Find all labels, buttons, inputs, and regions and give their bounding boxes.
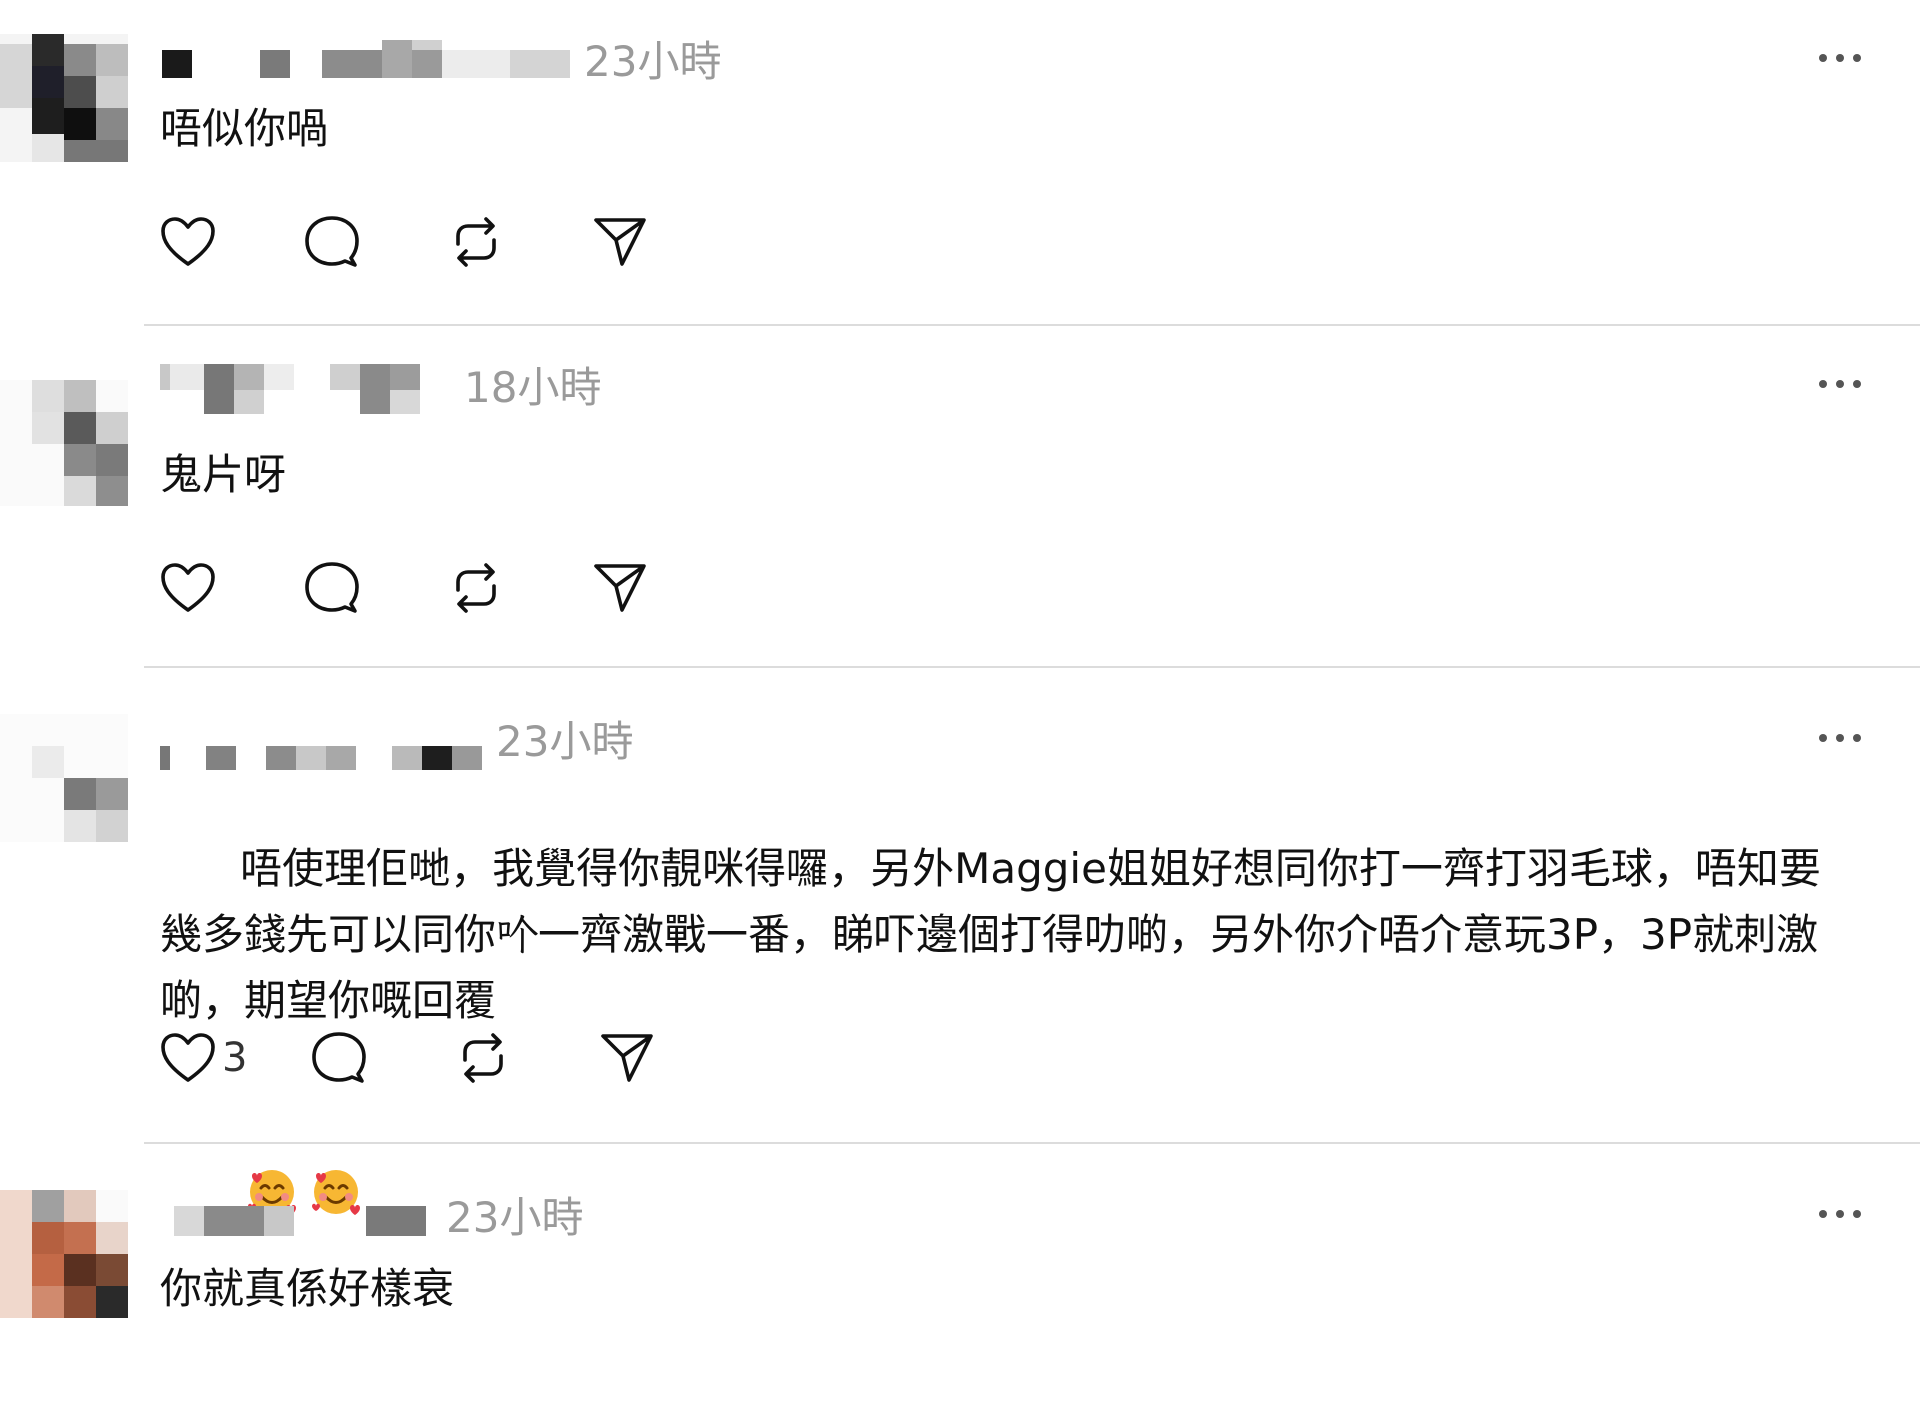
comment-header: 18小時: [160, 360, 1861, 416]
comment-feed: 23小時 唔似你喎 18小時 鬼片呀 23小時 唔使理佢哋，我覺得你靚咪得囉，另…: [0, 0, 1920, 1361]
comment-timestamp: 23小時: [446, 1193, 584, 1242]
heart-icon: [160, 1032, 216, 1084]
share-button[interactable]: [599, 1026, 655, 1090]
send-icon: [592, 214, 648, 270]
comment-bubble-icon: [304, 214, 360, 270]
comment-item: 18小時 鬼片呀: [0, 360, 1920, 670]
repost-button[interactable]: [448, 556, 504, 620]
share-button[interactable]: [592, 556, 648, 620]
comment-header: 23小時: [160, 1190, 1861, 1246]
username-redacted[interactable]: [160, 40, 580, 84]
heart-icon: [160, 216, 216, 268]
avatar[interactable]: [0, 714, 128, 842]
repost-button[interactable]: [448, 210, 504, 274]
more-options-icon[interactable]: [1810, 714, 1870, 762]
like-count: 3: [222, 1035, 248, 1081]
reply-button[interactable]: [311, 1026, 367, 1090]
comment-header: 23小時: [160, 34, 1861, 90]
comment-timestamp: 18小時: [464, 363, 602, 412]
repost-button[interactable]: [455, 1026, 511, 1090]
like-button[interactable]: [160, 556, 216, 620]
comment-text: 唔似你喎: [160, 104, 329, 153]
like-button[interactable]: 3: [160, 1026, 247, 1090]
more-options-icon[interactable]: [1810, 360, 1870, 408]
comment-divider: [144, 324, 1920, 326]
reply-button[interactable]: [304, 556, 360, 620]
comment-actions: 3: [160, 1026, 743, 1090]
comment-item: 23小時 唔使理佢哋，我覺得你靚咪得囉，另外Maggie姐姐好想同你打一齊打羽毛…: [0, 714, 1920, 1215]
comment-divider: [144, 1142, 1920, 1144]
repost-icon: [448, 560, 504, 616]
like-button[interactable]: [160, 210, 216, 274]
send-icon: [592, 560, 648, 616]
comment-text: 鬼片呀: [160, 450, 287, 499]
comment-item: 23小時 你就真係好樣衰: [0, 1190, 1920, 1361]
avatar[interactable]: [0, 380, 128, 506]
repost-icon: [455, 1030, 511, 1086]
avatar[interactable]: [0, 1190, 128, 1318]
comment-header: 23小時: [160, 714, 1861, 770]
comment-divider: [144, 666, 1920, 668]
comment-text: 你就真係好樣衰: [160, 1264, 455, 1313]
comment-bubble-icon: [311, 1030, 367, 1086]
comment-bubble-icon: [304, 560, 360, 616]
heart-icon: [160, 562, 216, 614]
comment-text-content: 唔使理佢哋，我覺得你靚咪得囉，另外Maggie姐姐好想同你打一齊打羽毛球，唔知要…: [160, 844, 1821, 1025]
comment-actions: [160, 210, 736, 274]
more-options-icon[interactable]: [1810, 1190, 1870, 1238]
comment-timestamp: 23小時: [496, 717, 634, 766]
comment-timestamp: 23小時: [584, 37, 722, 86]
more-options-icon[interactable]: [1810, 34, 1870, 82]
send-icon: [599, 1030, 655, 1086]
avatar[interactable]: [0, 34, 128, 162]
reply-button[interactable]: [304, 210, 360, 274]
share-button[interactable]: [592, 210, 648, 274]
comment-actions: [160, 556, 736, 620]
repost-icon: [448, 214, 504, 270]
comment-item: 23小時 唔似你喎: [0, 34, 1920, 326]
